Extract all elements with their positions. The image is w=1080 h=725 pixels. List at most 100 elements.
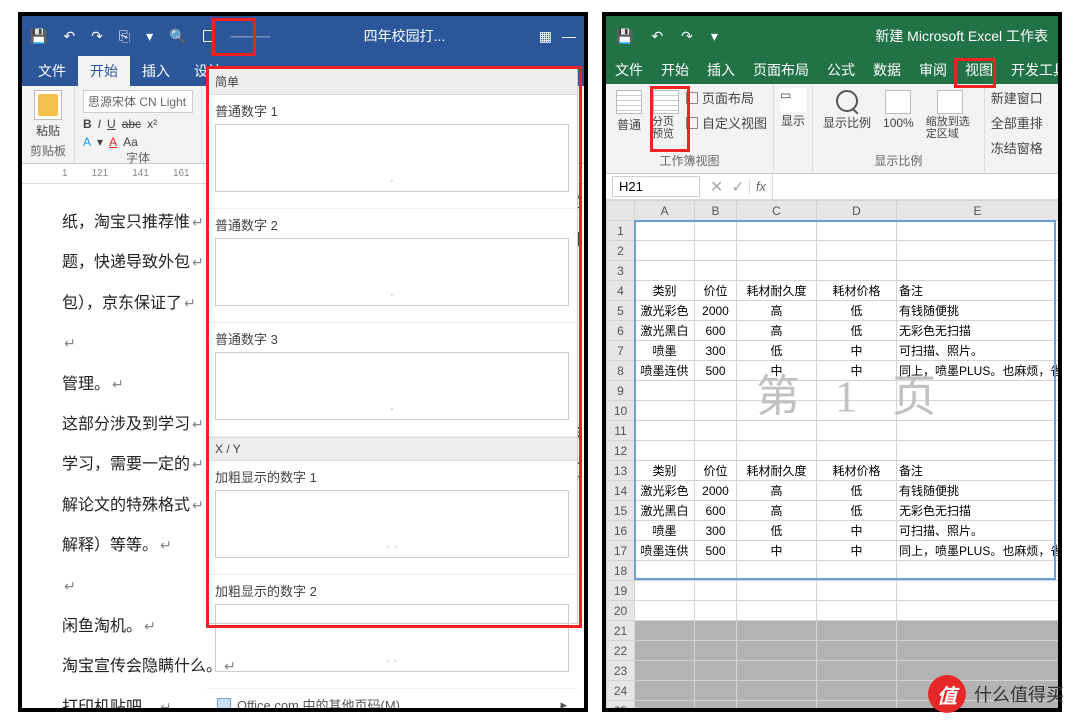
row-header[interactable]: 22 <box>607 641 635 661</box>
row-header[interactable]: 21 <box>607 621 635 641</box>
cell[interactable]: 价位 <box>695 281 737 301</box>
cell[interactable]: 类别 <box>635 461 695 481</box>
cell[interactable]: 600 <box>695 501 737 521</box>
cell[interactable]: 低 <box>817 321 897 341</box>
cell[interactable] <box>897 221 1059 241</box>
cell[interactable] <box>737 681 817 701</box>
save-icon[interactable]: 💾 <box>30 28 47 45</box>
cell[interactable]: 高 <box>737 321 817 341</box>
gallery-office-more[interactable]: Office.com 中的其他页码(M) ▸ <box>207 689 577 712</box>
cell[interactable]: 喷墨连供 <box>635 361 695 381</box>
cell[interactable] <box>817 381 897 401</box>
cell[interactable]: 低 <box>817 501 897 521</box>
row-header[interactable]: 8 <box>607 361 635 381</box>
cell[interactable] <box>737 621 817 641</box>
cell[interactable] <box>897 621 1059 641</box>
redo-icon[interactable]: ↷ <box>681 28 693 45</box>
row-header[interactable]: 24 <box>607 681 635 701</box>
tab-file[interactable]: 文件 <box>26 56 78 86</box>
cell[interactable]: 中 <box>817 541 897 561</box>
cell[interactable]: 500 <box>695 361 737 381</box>
cell[interactable] <box>635 561 695 581</box>
cell[interactable]: 600 <box>695 321 737 341</box>
cell[interactable]: 激光黑白 <box>635 501 695 521</box>
cell[interactable] <box>695 661 737 681</box>
page-break-preview-button[interactable]: 分页预览 <box>648 88 684 142</box>
tab-layout[interactable]: 页面布局 <box>744 56 818 84</box>
cell[interactable] <box>635 261 695 281</box>
zoom-100-button[interactable]: 100% <box>879 88 918 142</box>
cell[interactable] <box>897 241 1059 261</box>
cell[interactable]: 中 <box>817 341 897 361</box>
cell[interactable] <box>897 441 1059 461</box>
tab-file[interactable]: 文件 <box>606 56 652 84</box>
formula-bar[interactable] <box>772 174 1058 199</box>
row-header[interactable]: 12 <box>607 441 635 461</box>
cell[interactable]: 可扫描、照片。 <box>897 341 1059 361</box>
col-header[interactable]: E <box>897 201 1059 221</box>
cell[interactable]: 高 <box>737 501 817 521</box>
row-header[interactable]: 18 <box>607 561 635 581</box>
cell[interactable] <box>695 381 737 401</box>
row-header[interactable]: 11 <box>607 421 635 441</box>
highlight-button[interactable]: ▾ <box>97 135 103 149</box>
zoom-button[interactable]: 显示比例 <box>819 88 875 142</box>
cell[interactable] <box>737 221 817 241</box>
font-color-a-button[interactable]: A <box>83 135 91 149</box>
zoom-selection-button[interactable]: 缩放到选定区域 <box>922 88 978 142</box>
row-header[interactable]: 17 <box>607 541 635 561</box>
new-window-button[interactable]: 新建窗口 <box>991 88 1043 107</box>
cancel-icon[interactable]: ✕ <box>706 177 727 197</box>
cell[interactable] <box>817 401 897 421</box>
cell[interactable]: 可扫描、照片。 <box>897 521 1059 541</box>
row-header[interactable]: 6 <box>607 321 635 341</box>
custom-view-button[interactable]: 自定义视图 <box>686 113 767 132</box>
tab-insert[interactable]: 插入 <box>698 56 744 84</box>
arrange-all-button[interactable]: 全部重排 <box>991 113 1043 132</box>
cell[interactable] <box>737 401 817 421</box>
cell[interactable]: 类别 <box>635 281 695 301</box>
cell[interactable] <box>695 441 737 461</box>
cell[interactable] <box>695 581 737 601</box>
cell[interactable] <box>737 601 817 621</box>
row-header[interactable]: 10 <box>607 401 635 421</box>
row-header[interactable]: 14 <box>607 481 635 501</box>
cell[interactable] <box>817 581 897 601</box>
cell[interactable]: 低 <box>817 301 897 321</box>
cell[interactable] <box>695 621 737 641</box>
cell[interactable]: 中 <box>737 541 817 561</box>
cell[interactable]: 有钱随便挑 <box>897 481 1059 501</box>
cell[interactable] <box>737 441 817 461</box>
cell[interactable] <box>817 261 897 281</box>
cell[interactable]: 备注 <box>897 281 1059 301</box>
tab-formula[interactable]: 公式 <box>818 56 864 84</box>
cell[interactable] <box>737 261 817 281</box>
cell[interactable] <box>897 601 1059 621</box>
cell[interactable]: 高 <box>737 301 817 321</box>
page-number-icon[interactable]: ⎘ <box>119 28 130 45</box>
fx-label[interactable]: fx <box>749 179 772 194</box>
cell[interactable] <box>817 701 897 713</box>
cell[interactable] <box>635 701 695 713</box>
cell[interactable]: 同上，喷墨PLUS。也麻烦，省力 <box>897 541 1059 561</box>
strike-button[interactable]: abc <box>122 117 141 131</box>
cell[interactable]: 激光黑白 <box>635 321 695 341</box>
tab-view[interactable]: 视图 <box>956 56 1002 84</box>
cell[interactable] <box>817 421 897 441</box>
col-header[interactable]: D <box>817 201 897 221</box>
cell[interactable]: 无彩色无扫描 <box>897 321 1059 341</box>
cell[interactable]: 激光彩色 <box>635 481 695 501</box>
cell[interactable]: 价位 <box>695 461 737 481</box>
cell[interactable] <box>897 421 1059 441</box>
tab-insert[interactable]: 插入 <box>130 56 182 86</box>
cell[interactable] <box>695 601 737 621</box>
cell[interactable] <box>635 641 695 661</box>
cell[interactable] <box>817 661 897 681</box>
row-header[interactable]: 7 <box>607 341 635 361</box>
cell[interactable] <box>897 261 1059 281</box>
cell[interactable] <box>695 421 737 441</box>
minimize-icon[interactable]: — <box>562 28 576 44</box>
cell[interactable]: 耗材价格 <box>817 281 897 301</box>
cell[interactable] <box>635 661 695 681</box>
cell[interactable]: 喷墨连供 <box>635 541 695 561</box>
